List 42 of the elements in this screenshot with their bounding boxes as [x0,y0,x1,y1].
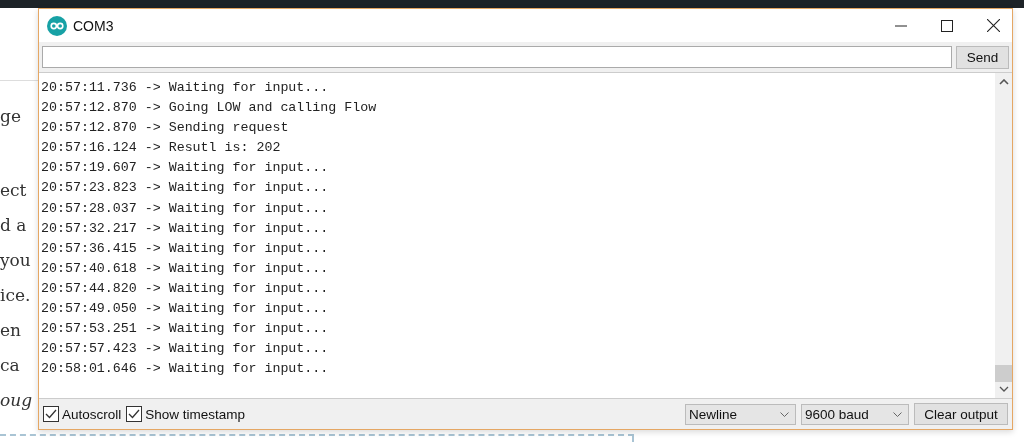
close-icon[interactable] [987,19,1000,32]
output-line: 20:57:44.820 -> Waiting for input... [41,279,330,298]
output-line: 20:57:57.423 -> Waiting for input... [41,340,330,359]
output-line: 20:57:53.251 -> Waiting for input... [41,320,330,339]
window-title: COM3 [73,17,114,34]
page-text: oug [0,389,33,412]
page-text: d a [0,214,27,237]
scrollbar[interactable] [995,73,1012,398]
checkbox[interactable] [43,406,59,422]
line-ending-dropdown[interactable]: Newline [685,403,796,425]
page-text: you [0,249,31,272]
scroll-thumb[interactable] [995,365,1012,382]
output-line: 20:57:40.618 -> Waiting for input... [41,259,330,278]
output-line: 20:58:01.646 -> Waiting for input... [41,360,330,379]
output-line: 20:57:11.736 -> Waiting for input... [41,79,330,97]
output-line: 20:57:16.124 -> Resutl is: 202 [41,139,282,158]
checkbox-label: Autoscroll [62,406,122,422]
output-line: 20:57:12.870 -> Going LOW and calling Flow [41,99,378,118]
output-line: 20:57:19.607 -> Waiting for input... [41,159,330,178]
scroll-up-icon[interactable] [998,79,1009,85]
output-line: 20:57:36.415 -> Waiting for input... [41,239,330,258]
page-text: ect [0,179,27,202]
page-text: ca [0,354,20,377]
checkbox-label: Show timestamp [145,406,246,422]
output-line: 20:57:23.823 -> Waiting for input... [41,179,330,198]
send-button[interactable]: Send [956,46,1009,69]
send-input-field[interactable] [42,46,952,68]
output-line: 20:57:28.037 -> Waiting for input... [41,199,330,218]
output-line: 20:57:49.050 -> Waiting for input... [41,300,330,319]
clear-output-button[interactable]: Clear output [914,403,1008,425]
baud-rate-dropdown[interactable]: 9600 baud [801,403,909,425]
maximize-icon[interactable] [941,19,953,32]
page-text: ice. [0,284,31,307]
output-line: 20:57:12.870 -> Sending request [41,119,290,138]
output-line: 20:57:32.217 -> Waiting for input... [41,219,330,238]
dropdown-caret-icon [893,411,902,417]
app-icon [47,15,67,36]
dropdown-caret-icon [780,411,789,417]
scroll-down-icon[interactable] [998,386,1009,392]
checkbox[interactable] [126,406,143,422]
page-text: ge [0,105,21,128]
page-text: en [0,319,21,342]
